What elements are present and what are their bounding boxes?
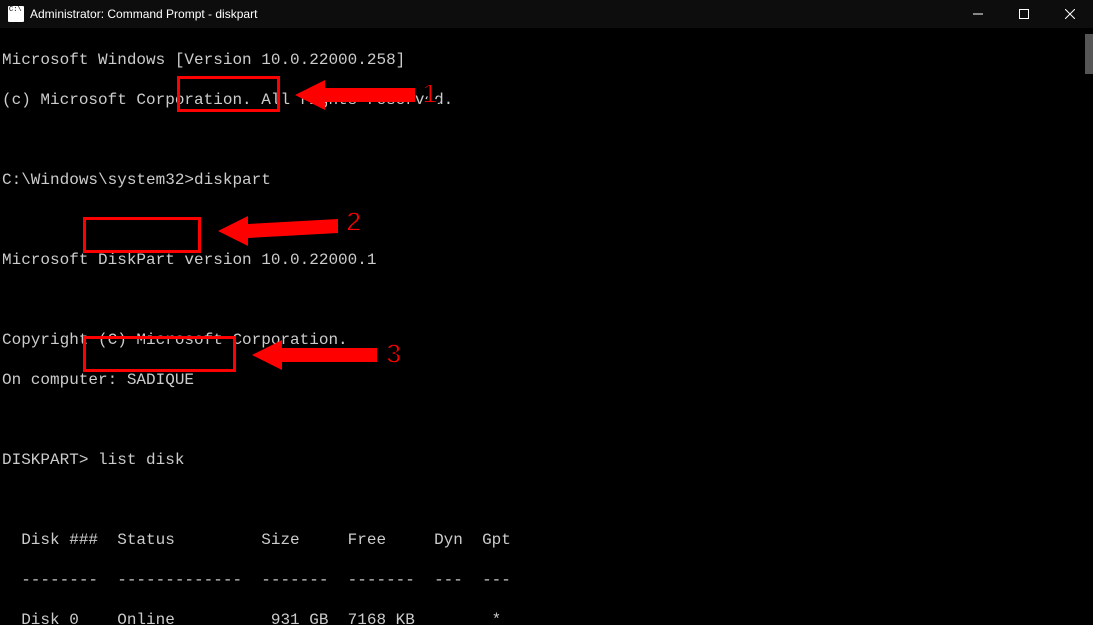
output-line bbox=[2, 410, 1091, 430]
output-line bbox=[2, 490, 1091, 510]
table-header: Disk ### Status Size Free Dyn Gpt bbox=[2, 530, 1091, 550]
output-line: On computer: SADIQUE bbox=[2, 370, 1091, 390]
maximize-button[interactable] bbox=[1001, 0, 1047, 28]
minimize-button[interactable] bbox=[955, 0, 1001, 28]
window-title: Administrator: Command Prompt - diskpart bbox=[30, 7, 257, 21]
prompt: DISKPART> bbox=[2, 451, 98, 469]
output-line bbox=[2, 130, 1091, 150]
output-line: (c) Microsoft Corporation. All rights re… bbox=[2, 90, 1091, 110]
titlebar[interactable]: Administrator: Command Prompt - diskpart bbox=[0, 0, 1093, 28]
output-line: Microsoft Windows [Version 10.0.22000.25… bbox=[2, 50, 1091, 70]
table-divider: -------- ------------- ------- ------- -… bbox=[2, 570, 1091, 590]
output-line: Microsoft DiskPart version 10.0.22000.1 bbox=[2, 250, 1091, 270]
prompt-line: DISKPART> list disk bbox=[2, 450, 1091, 470]
cmd-icon bbox=[8, 6, 24, 22]
output-line: Copyright (C) Microsoft Corporation. bbox=[2, 330, 1091, 350]
terminal-output[interactable]: Microsoft Windows [Version 10.0.22000.25… bbox=[2, 30, 1091, 623]
command-text: list disk bbox=[98, 451, 184, 469]
prompt-line: C:\Windows\system32>diskpart bbox=[2, 170, 1091, 190]
close-button[interactable] bbox=[1047, 0, 1093, 28]
table-row: Disk 0 Online 931 GB 7168 KB * bbox=[2, 610, 1091, 625]
prompt: C:\Windows\system32> bbox=[2, 171, 194, 189]
command-prompt-window: Administrator: Command Prompt - diskpart… bbox=[0, 0, 1093, 625]
output-line bbox=[2, 290, 1091, 310]
command-text: diskpart bbox=[194, 171, 271, 189]
output-line bbox=[2, 210, 1091, 230]
